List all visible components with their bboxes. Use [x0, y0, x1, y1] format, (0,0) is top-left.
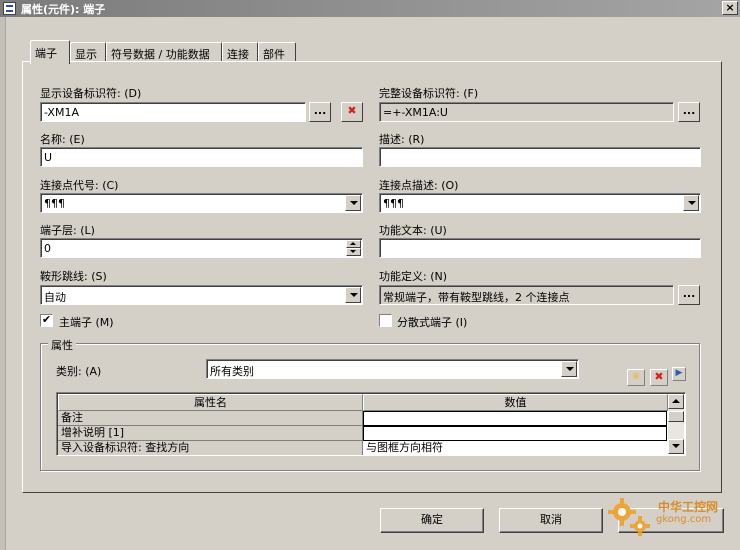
tab-display[interactable]: 显示: [70, 42, 106, 62]
watermark-text: 中华工控网: [658, 500, 719, 514]
tab-terminal[interactable]: 端子: [30, 40, 70, 64]
watermark-logo: 中华工控网 gkong.com: [606, 494, 736, 544]
ok-button[interactable]: 确定: [380, 508, 484, 533]
tab-symbol-function-data[interactable]: 符号数据 / 功能数据: [106, 42, 222, 62]
title-bar: 属性(元件): 端子 ×: [0, 0, 740, 17]
watermark-url: gkong.com: [656, 514, 712, 525]
properties-group-title: 属性: [48, 337, 76, 353]
window-title: 属性(元件): 端子: [21, 3, 106, 16]
close-button[interactable]: ×: [722, 1, 738, 15]
gear-icon: [608, 498, 650, 536]
tab-connection[interactable]: 连接: [222, 42, 258, 62]
tab-panel: [22, 61, 722, 493]
tab-parts[interactable]: 部件: [258, 42, 296, 62]
app-icon: [3, 2, 16, 15]
cancel-button[interactable]: 取消: [499, 508, 603, 533]
window-edge: [0, 17, 6, 550]
